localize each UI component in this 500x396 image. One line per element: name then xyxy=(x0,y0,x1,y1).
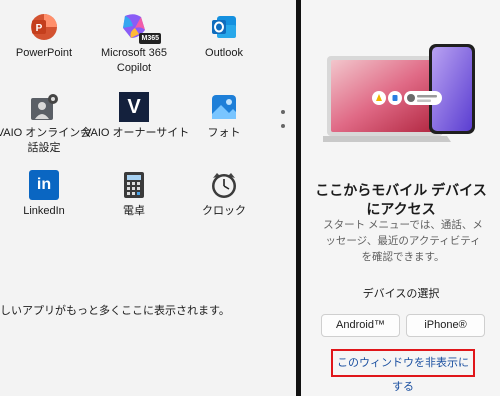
app-label: VAIO オーナーサイト xyxy=(84,127,190,139)
app-photos[interactable]: フォト xyxy=(174,92,274,141)
app-label: Microsoft 365 Copilot xyxy=(100,47,168,74)
device-select-label: デバイスの選択 xyxy=(362,288,440,300)
phone-link-description: スタート メニューでは、通話、メッセージ、最近のアクティビティを確認できます。 xyxy=(323,219,483,263)
app-linkedin[interactable]: in LinkedIn xyxy=(0,170,94,219)
page-dot xyxy=(281,124,285,128)
m365-badge: M365 xyxy=(139,33,161,44)
photos-icon xyxy=(209,92,239,122)
app-clock[interactable]: クロック xyxy=(174,170,274,219)
android-button[interactable]: Android™ xyxy=(321,314,400,337)
app-microsoft-365-copilot[interactable]: M365 Microsoft 365 Copilot xyxy=(84,12,184,76)
pinned-apps-panel: P PowerPoint M365 Microsoft 365 Copilot xyxy=(0,0,296,396)
copilot-icon: M365 xyxy=(119,12,161,44)
outlook-icon xyxy=(209,12,239,42)
page-indicator[interactable] xyxy=(281,110,287,138)
phone-link-panel: ここからモバイル デバイスにアクセス スタート メニューでは、通話、メッセージ、… xyxy=(301,0,500,396)
app-vaio-online-settings[interactable]: VAIO オンライン会 話設定 xyxy=(0,92,94,156)
app-label: 電卓 xyxy=(123,205,145,217)
page-dot xyxy=(281,110,285,114)
iphone-button[interactable]: iPhone® xyxy=(406,314,485,337)
phone-link-title: ここからモバイル デバイスにアクセス xyxy=(315,182,487,217)
app-outlook[interactable]: Outlook xyxy=(174,12,274,61)
linkedin-icon: in xyxy=(29,170,59,200)
more-apps-hint: しいアプリがもっと多くここに表示されます。 xyxy=(0,305,230,317)
app-powerpoint[interactable]: P PowerPoint xyxy=(0,12,94,61)
svg-text:P: P xyxy=(36,23,43,34)
app-calculator[interactable]: 電卓 xyxy=(84,170,184,219)
calculator-icon xyxy=(119,170,149,200)
vaio-owner-icon: V xyxy=(119,92,149,122)
clock-icon xyxy=(209,170,239,200)
app-label: クロック xyxy=(202,205,246,217)
powerpoint-icon: P xyxy=(29,12,59,42)
app-label: PowerPoint xyxy=(15,47,73,59)
app-vaio-owner-site[interactable]: V VAIO オーナーサイト xyxy=(84,92,190,141)
app-label: フォト xyxy=(207,127,241,139)
app-label: LinkedIn xyxy=(23,205,65,217)
app-label: Outlook xyxy=(205,47,243,59)
vaio-settings-icon xyxy=(29,92,59,122)
app-label: VAIO オンライン会 話設定 xyxy=(0,127,92,154)
hide-window-link[interactable]: このウィンドウを非表示にする xyxy=(331,349,475,393)
phone-link-illustration xyxy=(321,40,483,150)
